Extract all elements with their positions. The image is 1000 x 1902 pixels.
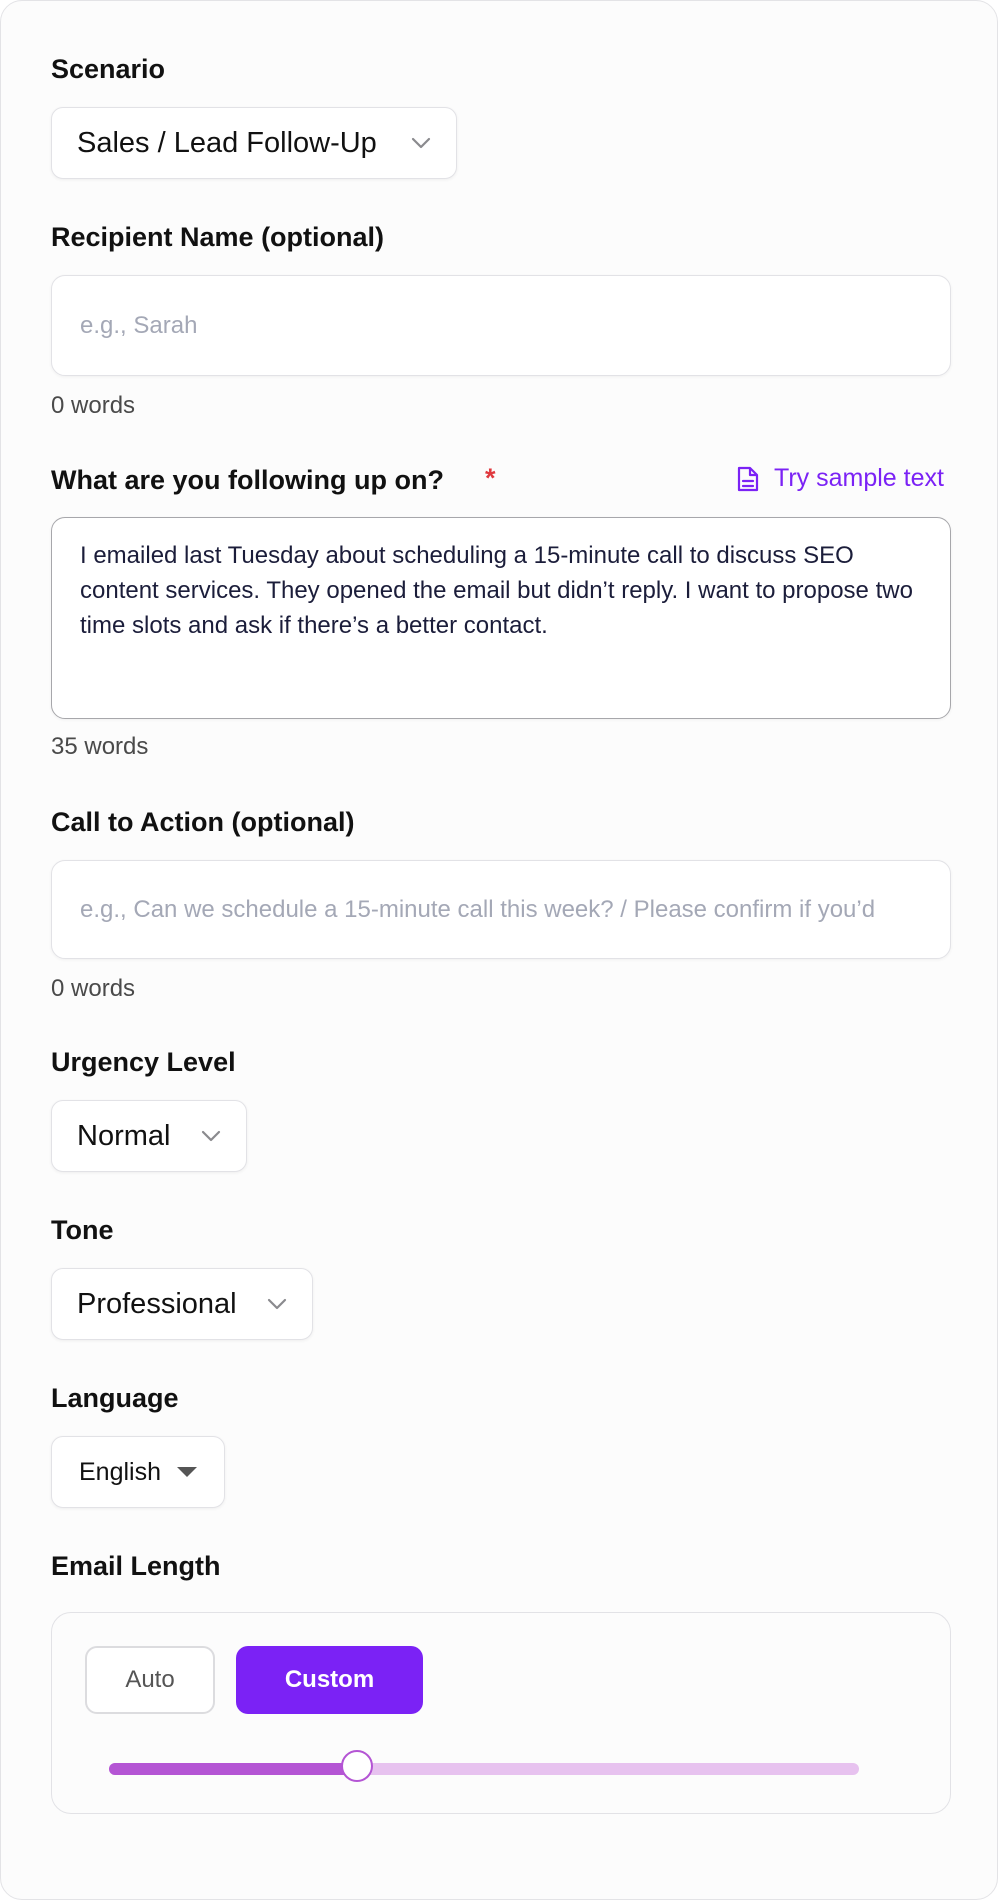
slider-thumb[interactable] (340, 1750, 373, 1782)
chevron-down-icon (201, 1130, 221, 1142)
followup-label: What are you following up on? (51, 465, 444, 495)
email-length-panel: Auto Custom (51, 1612, 951, 1814)
slider-fill (109, 1763, 357, 1775)
document-icon (737, 466, 759, 491)
cta-word-count: 0 words (51, 975, 136, 1002)
cta-label: Call to Action (optional) (51, 807, 355, 837)
recipient-word-count: 0 words (51, 392, 136, 419)
recipient-label: Recipient Name (optional) (51, 222, 385, 252)
try-sample-text-label: Try sample text (774, 464, 944, 492)
chevron-down-icon (411, 137, 431, 149)
caret-down-icon (177, 1467, 197, 1477)
followup-textarea[interactable] (51, 517, 951, 719)
custom-length-button[interactable]: Custom (236, 1646, 423, 1714)
followup-word-count: 35 words (51, 733, 149, 760)
cta-input[interactable] (51, 860, 951, 959)
chevron-down-icon (267, 1298, 287, 1310)
required-asterisk: * (485, 463, 496, 493)
scenario-dropdown[interactable]: Sales / Lead Follow-Up (51, 107, 457, 179)
language-value: English (79, 1457, 161, 1486)
scenario-label: Scenario (51, 54, 166, 84)
scenario-value: Sales / Lead Follow-Up (77, 126, 377, 159)
length-slider[interactable] (109, 1750, 859, 1782)
tone-value: Professional (77, 1287, 237, 1320)
language-select[interactable]: English (51, 1436, 225, 1508)
language-label: Language (51, 1383, 179, 1413)
try-sample-text-link[interactable]: Try sample text (736, 464, 944, 493)
urgency-dropdown[interactable]: Normal (51, 1100, 247, 1172)
auto-length-button[interactable]: Auto (85, 1646, 215, 1714)
recipient-name-input[interactable] (51, 275, 951, 376)
urgency-label: Urgency Level (51, 1047, 236, 1077)
urgency-value: Normal (77, 1119, 171, 1152)
tone-dropdown[interactable]: Professional (51, 1268, 313, 1340)
email-length-label: Email Length (51, 1551, 221, 1581)
email-form-card: Scenario Sales / Lead Follow-Up Recipien… (0, 0, 998, 1900)
tone-label: Tone (51, 1215, 114, 1245)
